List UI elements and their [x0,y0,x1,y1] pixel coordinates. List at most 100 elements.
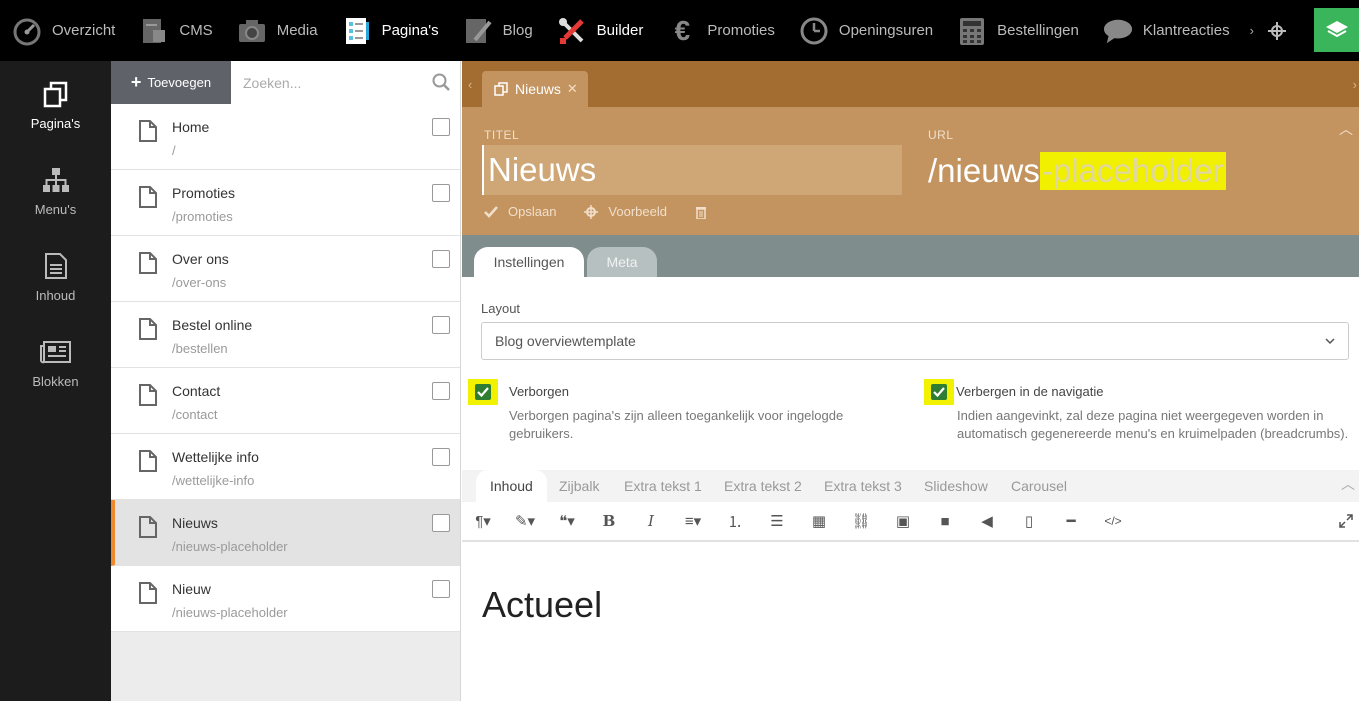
clock-icon [799,16,829,46]
tab-inhoud[interactable]: Inhoud [476,470,547,502]
image-icon[interactable]: ▣ [882,501,924,541]
page-icon [139,450,157,477]
page-checkbox[interactable] [432,448,450,466]
video-icon[interactable]: ■ [924,501,966,541]
tab-instellingen[interactable]: Instellingen [474,247,584,277]
settings-tabs: Instellingen Meta [462,235,1359,277]
page-row-wettelijke-info[interactable]: Wettelijke info /wettelijke-info [111,434,460,500]
tab-zijbalk[interactable]: Zijbalk [559,478,599,494]
page-name: Over ons [172,251,229,267]
sidebar-item-paginas[interactable]: Pagina's [0,61,111,147]
page-name: Nieuw [172,581,211,597]
nav-item-builder[interactable]: Builder [545,0,656,61]
link-icon[interactable]: ⛓ [840,501,882,541]
file-icon[interactable]: ▯ [1008,501,1050,541]
document-tab-nieuws[interactable]: Nieuws ✕ [482,71,588,107]
bold-icon[interactable]: B [588,501,630,541]
crosshair-icon [584,204,599,219]
page-checkbox[interactable] [432,580,450,598]
editor-content-area[interactable]: Actueel [462,544,1359,701]
page-checkbox[interactable] [432,382,450,400]
chevron-up-icon[interactable]: ︿ [1341,474,1355,494]
layers-button[interactable] [1314,8,1359,52]
url-label: URL [928,128,954,142]
editor-tabs: Inhoud Zijbalk Extra tekst 1 Extra tekst… [462,470,1359,502]
page-icon [139,252,157,279]
nav-item-blog[interactable]: Blog [451,0,545,61]
page-row-contact[interactable]: Contact /contact [111,368,460,434]
nav-item-bestellingen[interactable]: Bestellingen [945,0,1091,61]
tab-scroll-left-icon[interactable]: ‹ [468,77,472,92]
page-row-bestel-online[interactable]: Bestel online /bestellen [111,302,460,368]
page-checkbox[interactable] [432,118,450,136]
page-row-over-ons[interactable]: Over ons /over-ons [111,236,460,302]
pages-checklist-icon [342,16,372,46]
sidebar-item-label: Pagina's [30,115,81,131]
nav-item-klantreacties[interactable]: Klantreacties [1091,0,1242,61]
nav-label: Blog [502,22,533,39]
tab-extra-tekst-2[interactable]: Extra tekst 2 [724,478,802,494]
preview-button[interactable]: Voorbeeld [584,204,667,219]
sidebar-item-label: Blokken [32,373,79,389]
save-button[interactable]: Opslaan [484,204,556,219]
nav-hidden-checkbox[interactable] [924,379,954,405]
title-input[interactable]: Nieuws [482,145,902,195]
delete-button[interactable] [695,205,717,219]
expand-icon[interactable] [1339,514,1353,533]
unordered-list-icon[interactable]: ☰ [756,501,798,541]
nav-label: Builder [596,22,644,39]
url-field[interactable]: /nieuws -placeholder [928,147,1226,195]
search-input[interactable] [231,61,460,104]
tab-carousel[interactable]: Carousel [1011,478,1067,494]
magic-wand-icon[interactable]: ✎▾ [504,501,546,541]
page-checkbox[interactable] [432,184,450,202]
tab-extra-tekst-1[interactable]: Extra tekst 1 [624,478,702,494]
calculator-icon [957,16,987,46]
nav-item-overzicht[interactable]: Overzicht [0,0,127,61]
page-row-home[interactable]: Home / [111,104,460,170]
page-name: Bestel online [172,317,253,333]
hidden-checkbox[interactable] [468,379,498,405]
sidebar-item-label: Inhoud [35,287,76,303]
hidden-label: Verborgen [509,384,569,399]
page-row-promoties[interactable]: Promoties /promoties [111,170,460,236]
page-row-nieuws[interactable]: Nieuws /nieuws-placeholder [111,500,460,566]
page-checkbox[interactable] [432,250,450,268]
ordered-list-icon[interactable]: ⒈ [714,501,756,541]
layout-select[interactable]: Blog overviewtemplate [481,322,1349,360]
pages-copy-icon [42,78,70,110]
code-view-icon[interactable]: </> [1092,501,1134,541]
tab-meta[interactable]: Meta [587,247,657,277]
nav-item-promoties[interactable]: € Promoties [655,0,787,61]
close-icon[interactable]: ✕ [567,81,578,97]
nav-item-paginas[interactable]: Pagina's [330,0,451,61]
add-page-button[interactable]: + Toevoegen [111,61,231,104]
tab-scroll-right-icon[interactable]: › [1353,77,1357,92]
search-icon[interactable] [432,73,450,96]
page-row-nieuw[interactable]: Nieuw /nieuws-placeholder [111,566,460,632]
quote-icon[interactable]: ❝▾ [546,501,588,541]
page-checkbox[interactable] [432,514,450,532]
page-url: /over-ons [172,275,227,290]
nav-more-indicator[interactable]: › [1242,23,1262,38]
sidebar-item-blokken[interactable]: Blokken [0,319,111,405]
sidebar-item-inhoud[interactable]: Inhoud [0,233,111,319]
plus-icon: + [130,72,142,92]
chevron-up-icon[interactable]: ︿ [1339,119,1353,139]
nav-item-cms[interactable]: CMS [127,0,224,61]
nav-item-media[interactable]: Media [225,0,330,61]
nav-item-openingsuren[interactable]: Openingsuren [787,0,945,61]
audio-icon[interactable]: ◀ [966,501,1008,541]
paragraph-icon[interactable]: ¶▾ [462,501,504,541]
align-icon[interactable]: ≡▾ [672,501,714,541]
table-icon[interactable]: ▦ [798,501,840,541]
sidebar-item-menus[interactable]: Menu's [0,147,111,233]
italic-icon[interactable]: I [630,501,672,541]
tab-slideshow[interactable]: Slideshow [924,478,988,494]
horizontal-rule-icon[interactable]: ━ [1050,501,1092,541]
header-actions: Opslaan Voorbeeld [484,204,745,219]
page-url: /nieuws-placeholder [172,539,288,554]
page-checkbox[interactable] [432,316,450,334]
move-icon[interactable] [1262,0,1292,61]
tab-extra-tekst-3[interactable]: Extra tekst 3 [824,478,902,494]
